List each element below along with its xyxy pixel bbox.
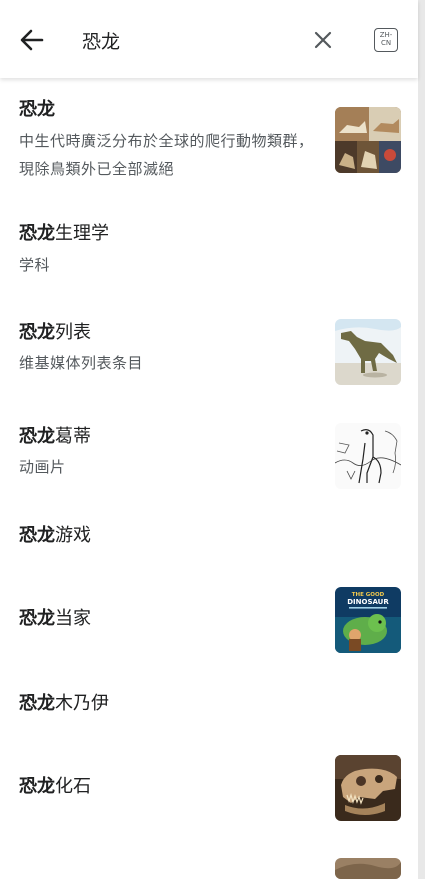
language-code-line1: ZH-	[379, 31, 393, 39]
gertie-sketch-image	[335, 423, 401, 489]
result-thumbnail	[335, 319, 401, 385]
result-title: 恐龙列表	[19, 321, 91, 345]
language-code-line2: CN	[380, 39, 392, 47]
result-title: 恐龙化石	[19, 775, 91, 799]
result-title-rest: 生理学	[55, 223, 109, 244]
result-title-match: 恐龙	[19, 608, 55, 629]
result-title-rest: 游戏	[55, 525, 91, 546]
result-title-match: 恐龙	[19, 525, 55, 546]
dinosaur-skull-image	[335, 755, 401, 821]
result-thumbnail	[335, 755, 401, 821]
search-result-item[interactable]: 恐龙生理学 学科	[0, 200, 418, 284]
result-title: 恐龙游戏	[19, 524, 91, 548]
clear-search-icon[interactable]	[311, 28, 335, 52]
back-arrow-icon[interactable]	[18, 26, 46, 54]
good-dinosaur-poster-image: THE GOOD DINOSAUR	[335, 587, 401, 653]
result-title-match: 恐龙	[19, 693, 55, 714]
result-thumbnail	[335, 423, 401, 489]
result-title: 恐龙葛蒂	[19, 425, 91, 449]
result-title-rest: 木乃伊	[55, 693, 109, 714]
result-title: 恐龙	[19, 98, 55, 122]
language-selector-button[interactable]: ZH- CN	[374, 28, 398, 52]
result-title-match: 恐龙	[19, 99, 55, 120]
search-result-item[interactable]: 恐龙木乃伊	[0, 660, 418, 746]
result-title-rest: 葛蒂	[55, 426, 91, 447]
fossil-partial-image	[335, 858, 401, 879]
search-result-item[interactable]: 恐龙列表 维基媒体列表条目	[0, 284, 418, 386]
result-description: 学科	[19, 256, 51, 274]
search-result-item[interactable]: 恐龙 中生代時廣泛分布於全球的爬行動物類群，現除鳥類外已全部滅絕	[0, 78, 418, 200]
dinosaur-collage-image	[335, 107, 401, 173]
search-header: ZH- CN	[0, 0, 418, 78]
search-input[interactable]	[82, 24, 292, 56]
result-title-rest: 化石	[55, 776, 91, 797]
result-title: 恐龙生理学	[19, 222, 109, 246]
search-result-item[interactable]: 恐龙化石	[0, 746, 418, 846]
result-title: 恐龙当家	[19, 607, 91, 631]
search-result-item[interactable]: 恐龙葛蒂 动画片	[0, 386, 418, 490]
result-title: 恐龙木乃伊	[19, 692, 109, 716]
result-title-match: 恐龙	[19, 223, 55, 244]
search-result-item[interactable]: 恐龙当家 THE GOOD DINOSAUR	[0, 574, 418, 660]
search-result-item-partial[interactable]	[0, 846, 418, 886]
result-description: 维基媒体列表条目	[19, 354, 144, 372]
result-thumbnail	[335, 858, 401, 879]
scrollbar[interactable]	[418, 0, 425, 879]
result-description: 中生代時廣泛分布於全球的爬行動物類群，現除鳥類外已全部滅絕	[19, 132, 314, 178]
search-result-item[interactable]: 恐龙游戏	[0, 490, 418, 574]
poster-title-line2: DINOSAUR	[347, 598, 389, 606]
result-title-match: 恐龙	[19, 776, 55, 797]
result-thumbnail: THE GOOD DINOSAUR	[335, 587, 401, 653]
result-title-rest: 列表	[55, 322, 91, 343]
result-title-match: 恐龙	[19, 322, 55, 343]
result-title-rest: 当家	[55, 608, 91, 629]
result-title-match: 恐龙	[19, 426, 55, 447]
result-thumbnail	[335, 107, 401, 173]
dinosaur-illustration-image	[335, 319, 401, 385]
result-description: 动画片	[19, 458, 66, 476]
